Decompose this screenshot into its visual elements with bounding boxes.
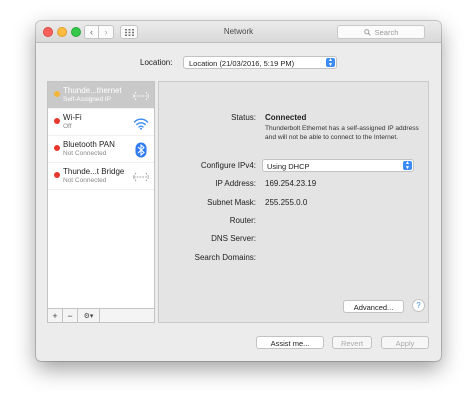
search-icon <box>363 28 371 36</box>
service-item-thunderbolt-bridge[interactable]: Thunde...t Bridge Not Connected <box>48 163 154 190</box>
service-name: Wi-Fi <box>63 113 82 122</box>
dns-server-label: DNS Server: <box>211 234 256 243</box>
search-field[interactable]: Search <box>337 25 425 39</box>
search-domains-label: Search Domains: <box>194 253 256 262</box>
remove-service-button[interactable]: − <box>63 309 78 322</box>
status-dot <box>54 145 60 151</box>
services-list: Thunde...thernet Self-Assigned IP Wi-Fi … <box>47 81 155 323</box>
subnet-mask-value: 255.255.0.0 <box>265 198 308 207</box>
service-status: Off <box>63 123 72 130</box>
service-name: Thunde...t Bridge <box>63 167 125 176</box>
advanced-button[interactable]: Advanced... <box>343 300 404 313</box>
title-bar: ‹ › Network Search <box>36 21 441 43</box>
service-name: Bluetooth PAN <box>63 140 115 149</box>
location-select[interactable]: Location (21/03/2016, 5:19 PM) ▲ ▼ <box>183 56 337 69</box>
status-value: Connected <box>265 113 307 122</box>
status-dot <box>54 91 60 97</box>
ethernet-arrows-icon <box>132 168 150 186</box>
updown-arrows-icon: ▲ ▼ <box>326 58 335 67</box>
service-item-wifi[interactable]: Wi-Fi Off <box>48 109 154 136</box>
configure-ipv4-value: Using DHCP <box>267 162 310 171</box>
status-note: Thunderbolt Ethernet has a self-assigned… <box>265 125 419 141</box>
subnet-mask-label: Subnet Mask: <box>207 198 256 207</box>
ip-address-label: IP Address: <box>215 179 256 188</box>
location-label: Location: <box>140 58 173 67</box>
search-placeholder: Search <box>374 27 399 37</box>
configure-ipv4-label: Configure IPv4: <box>200 161 256 170</box>
wifi-icon <box>132 114 150 132</box>
apply-button[interactable]: Apply <box>381 336 429 349</box>
ethernet-arrows-icon <box>132 87 150 105</box>
location-value: Location (21/03/2016, 5:19 PM) <box>189 59 295 68</box>
ip-address-value: 169.254.23.19 <box>265 179 317 188</box>
location-row: Location: Location (21/03/2016, 5:19 PM)… <box>36 56 441 70</box>
gear-menu-button[interactable]: ⚙▾ <box>78 309 100 322</box>
configure-ipv4-select[interactable]: Using DHCP ▲ ▼ <box>262 159 414 172</box>
assist-me-button[interactable]: Assist me... <box>256 336 324 349</box>
add-service-button[interactable]: + <box>48 309 63 322</box>
router-label: Router: <box>229 216 256 225</box>
service-item-thunderbolt-ethernet[interactable]: Thunde...thernet Self-Assigned IP <box>48 82 154 109</box>
status-dot <box>54 118 60 124</box>
bluetooth-icon <box>132 141 150 159</box>
service-status: Self-Assigned IP <box>63 96 112 103</box>
revert-button[interactable]: Revert <box>332 336 372 349</box>
service-name: Thunde...thernet <box>63 86 122 95</box>
status-dot <box>54 172 60 178</box>
service-status: Not Connected <box>63 150 107 157</box>
network-preferences-window: ‹ › Network Search Location: Location (2… <box>36 21 441 361</box>
help-button[interactable]: ? <box>412 299 425 312</box>
service-status: Not Connected <box>63 177 107 184</box>
status-label: Status: <box>231 113 256 122</box>
updown-arrows-icon: ▲ ▼ <box>403 161 412 170</box>
services-toolbar: + − ⚙▾ <box>48 308 154 322</box>
service-item-bluetooth-pan[interactable]: Bluetooth PAN Not Connected <box>48 136 154 163</box>
service-detail-panel: Status: Connected Thunderbolt Ethernet h… <box>158 81 429 323</box>
